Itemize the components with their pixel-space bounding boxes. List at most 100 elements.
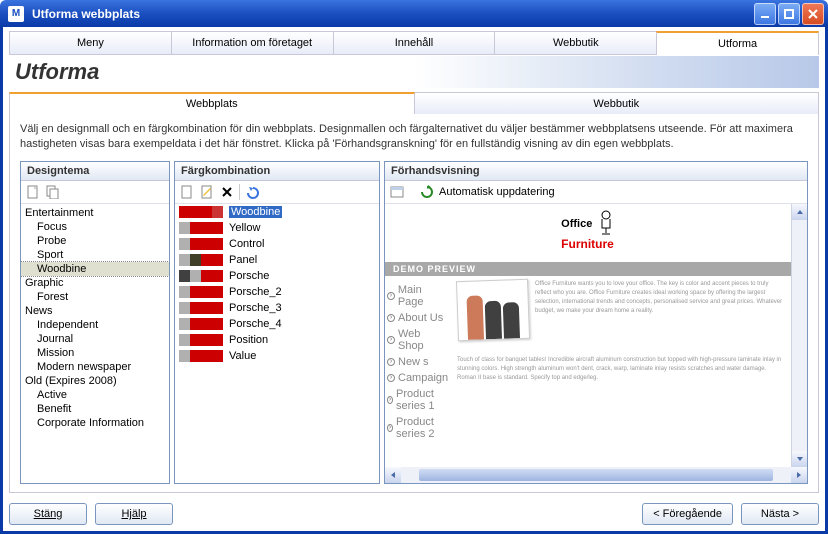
sub-tab-0[interactable]: Webbplats (9, 92, 415, 114)
tree-group[interactable]: Entertainment (21, 206, 169, 220)
preview-panel: Förhandsvisning Automatisk uppdatering O… (384, 161, 808, 484)
nav-label: Product series 1 (396, 388, 449, 412)
color-row[interactable]: Panel (175, 252, 379, 268)
nav-label: About Us (398, 312, 443, 324)
nav-bullet-icon (387, 374, 395, 382)
help-button[interactable]: Hjälp (95, 503, 173, 525)
tree-item[interactable]: Journal (21, 332, 169, 346)
top-tab-3[interactable]: Webbutik (494, 31, 657, 54)
color-name: Control (229, 238, 264, 250)
delete-icon[interactable] (219, 184, 235, 200)
color-name: Porsche_2 (229, 286, 282, 298)
color-row[interactable]: Value (175, 348, 379, 364)
preview-nav-item[interactable]: Campaign (387, 370, 449, 386)
columns: Designtema EntertainmentFocusProbeSportW… (20, 161, 808, 484)
color-name: Position (229, 334, 268, 346)
tree-group[interactable]: Old (Expires 2008) (21, 374, 169, 388)
color-row[interactable]: Porsche_3 (175, 300, 379, 316)
tree-item[interactable]: Corporate Information (21, 416, 169, 430)
window-body: MenyInformation om företagetInnehållWebb… (0, 27, 828, 534)
sub-tabs: WebbplatsWebbutik (9, 92, 819, 114)
scroll-down-icon[interactable] (792, 451, 807, 467)
undo-icon[interactable] (244, 184, 260, 200)
top-tab-0[interactable]: Meny (9, 31, 172, 54)
color-combo-header: Färgkombination (175, 162, 379, 181)
color-row[interactable]: Control (175, 236, 379, 252)
preview-demo-strip: DEMO PREVIEW (385, 262, 791, 276)
copy-icon[interactable] (45, 184, 61, 200)
tree-group[interactable]: Graphic (21, 276, 169, 290)
previous-button[interactable]: < Föregående (642, 503, 733, 525)
preview-scrollbar-vertical[interactable] (791, 204, 807, 467)
scroll-up-icon[interactable] (792, 204, 807, 220)
sub-tab-1[interactable]: Webbutik (414, 92, 820, 114)
tree-item[interactable]: Sport (21, 248, 169, 262)
tree-item[interactable]: Focus (21, 220, 169, 234)
color-toolbar (175, 181, 379, 204)
nav-bullet-icon (387, 292, 395, 300)
new-doc-icon[interactable] (25, 184, 41, 200)
preview-nav-item[interactable]: Product series 2 (387, 414, 449, 442)
design-toolbar (21, 181, 169, 204)
nav-bullet-icon (387, 314, 395, 322)
preview-nav: Main Page About Us Web ShopNew sCampaign Pr… (385, 276, 451, 467)
edit-icon[interactable] (199, 184, 215, 200)
top-tabs: MenyInformation om företagetInnehållWebb… (9, 31, 819, 55)
preview-nav-item[interactable]: Web Shop (387, 326, 449, 354)
close-dialog-button[interactable]: Stäng (9, 503, 87, 525)
tree-group[interactable]: News (21, 304, 169, 318)
color-row[interactable]: Position (175, 332, 379, 348)
new-icon[interactable] (179, 184, 195, 200)
tree-item[interactable]: Independent (21, 318, 169, 332)
preview-nav-item[interactable]: About Us (387, 310, 449, 326)
top-tab-2[interactable]: Innehåll (333, 31, 496, 54)
next-button[interactable]: Nästa > (741, 503, 819, 525)
tree-item[interactable]: Benefit (21, 402, 169, 416)
scroll-left-icon[interactable] (385, 467, 401, 483)
logo-line2: Furniture (561, 237, 614, 251)
color-row[interactable]: Woodbine (175, 204, 379, 220)
color-row[interactable]: Yellow (175, 220, 379, 236)
top-tab-4[interactable]: Utforma (656, 31, 819, 54)
tree-item[interactable]: Probe (21, 234, 169, 248)
color-list[interactable]: Woodbine Yellow Control PanelPorsche Porsche… (175, 204, 379, 483)
preview-window-icon[interactable] (389, 184, 405, 200)
color-combo-panel: Färgkombination Woodbine Yellow Control Pan… (174, 161, 380, 484)
footer-buttons: Stäng Hjälp < Föregående Nästa > (9, 493, 819, 525)
preview-nav-item[interactable]: New s (387, 354, 449, 370)
preview-main: Office Furniture wants you to love your … (451, 276, 791, 467)
next-label: Nästa > (761, 508, 799, 520)
toolbar-separator (239, 184, 240, 200)
color-row[interactable]: Porsche_4 (175, 316, 379, 332)
color-row[interactable]: Porsche (175, 268, 379, 284)
tree-item[interactable]: Modern newspaper (21, 360, 169, 374)
design-tree[interactable]: EntertainmentFocusProbeSportWoodbineGrap… (21, 204, 169, 483)
tree-item[interactable]: Woodbine (21, 262, 169, 276)
preview-logo-area: Office Furniture (385, 204, 791, 262)
color-row[interactable]: Porsche_2 (175, 284, 379, 300)
color-name: Porsche_4 (229, 318, 282, 330)
nav-bullet-icon (387, 336, 395, 344)
minimize-button[interactable] (754, 3, 776, 25)
preview-logo: Office Furniture (561, 210, 615, 252)
maximize-button[interactable] (778, 3, 800, 25)
auto-update-label[interactable]: Automatisk uppdatering (439, 186, 555, 198)
preview-nav-item[interactable]: Product series 1 (387, 386, 449, 414)
preview-scrollbar-horizontal[interactable] (385, 467, 807, 483)
tree-item[interactable]: Mission (21, 346, 169, 360)
preview-nav-item[interactable]: Main Page (387, 282, 449, 310)
prev-label: < Föregående (653, 508, 722, 520)
scroll-right-icon[interactable] (791, 467, 807, 483)
tree-item[interactable]: Forest (21, 290, 169, 304)
tree-item[interactable]: Active (21, 388, 169, 402)
titlebar[interactable]: M Utforma webbplats (0, 0, 828, 27)
close-button[interactable] (802, 3, 824, 25)
refresh-icon[interactable] (419, 184, 435, 200)
color-name: Woodbine (229, 206, 282, 218)
chair-icon (597, 210, 615, 236)
nav-label: Main Page (398, 284, 449, 308)
color-name: Yellow (229, 222, 260, 234)
design-theme-header: Designtema (21, 162, 169, 181)
nav-bullet-icon (387, 424, 393, 432)
top-tab-1[interactable]: Information om företaget (171, 31, 334, 54)
